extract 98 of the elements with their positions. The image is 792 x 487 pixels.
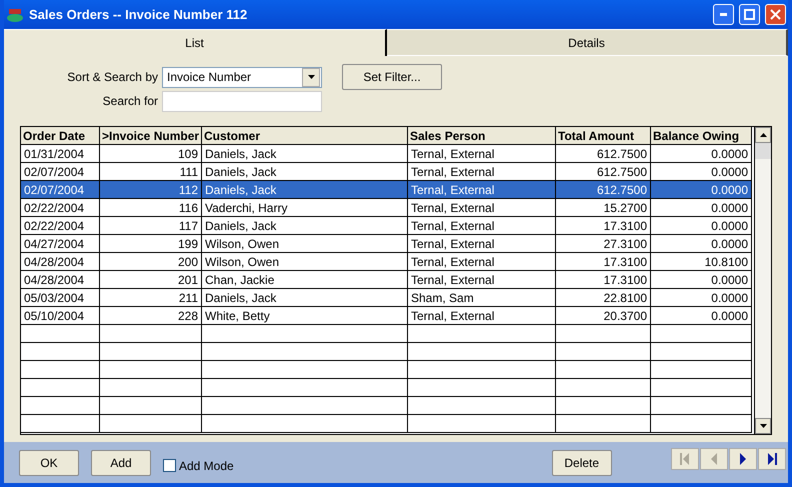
last-icon xyxy=(766,452,778,466)
scroll-thumb[interactable] xyxy=(755,143,771,159)
table-cell: 04/27/2004 xyxy=(21,235,100,253)
table-cell: Daniels, Jack xyxy=(202,289,408,307)
table-cell: 01/31/2004 xyxy=(21,145,100,163)
table-cell: 116 xyxy=(100,199,202,217)
table-cell: 199 xyxy=(100,235,202,253)
sort-dropdown[interactable]: Invoice Number xyxy=(162,66,322,88)
first-icon xyxy=(679,452,691,466)
table-cell: Wilson, Owen xyxy=(202,235,408,253)
table-cell: 05/03/2004 xyxy=(21,289,100,307)
table-cell: 22.8100 xyxy=(556,289,651,307)
navigation-button[interactable] xyxy=(729,448,757,470)
column-header[interactable]: Customer xyxy=(202,127,408,145)
table-cell: 10.8100 xyxy=(651,253,752,271)
column-header[interactable]: >Invoice Number xyxy=(100,127,202,145)
tab[interactable]: Details xyxy=(387,29,788,56)
table-cell: 02/22/2004 xyxy=(21,217,100,235)
table-cell: 201 xyxy=(100,271,202,289)
table-cell: 0.0000 xyxy=(651,271,752,289)
table-cell: 0.0000 xyxy=(651,235,752,253)
table-cell: 0.0000 xyxy=(651,145,752,163)
table-cell: Ternal, External xyxy=(408,271,556,289)
table-cell: Daniels, Jack xyxy=(202,181,408,199)
checkbox-label: Add Mode xyxy=(179,458,234,472)
scroll-up-button[interactable] xyxy=(755,127,771,143)
set-filter-button[interactable]: Set Filter... xyxy=(342,64,442,90)
table-cell: 05/10/2004 xyxy=(21,307,100,325)
table-cell: 112 xyxy=(100,181,202,199)
table-cell: Sham, Sam xyxy=(408,289,556,307)
table-cell: 612.7500 xyxy=(556,163,651,181)
app-icon xyxy=(6,6,24,22)
table-cell: 0.0000 xyxy=(651,199,752,217)
minimize-button[interactable] xyxy=(713,4,734,25)
delete-button[interactable]: Delete xyxy=(552,450,612,476)
next-icon xyxy=(737,452,749,466)
table-cell: 04/28/2004 xyxy=(21,253,100,271)
table-cell: Chan, Jackie xyxy=(202,271,408,289)
table-cell: 02/07/2004 xyxy=(21,163,100,181)
table-cell: White, Betty xyxy=(202,307,408,325)
table-cell: 0.0000 xyxy=(651,289,752,307)
table-cell: 228 xyxy=(100,307,202,325)
table-cell: 109 xyxy=(100,145,202,163)
caret-icon xyxy=(760,424,766,428)
table-cell: 612.7500 xyxy=(556,145,651,163)
table-cell: 17.3100 xyxy=(556,217,651,235)
table-cell: Ternal, External xyxy=(408,253,556,271)
table-cell: 17.3100 xyxy=(556,271,651,289)
table-cell: 612.7500 xyxy=(556,181,651,199)
table-cell: Vaderchi, Harry xyxy=(202,199,408,217)
table-cell: 04/28/2004 xyxy=(21,271,100,289)
table-cell: 111 xyxy=(100,163,202,181)
minimize-icon xyxy=(720,13,727,16)
field-label: Sort & Search by xyxy=(66,70,158,84)
table-cell: 02/07/2004 xyxy=(21,181,100,199)
maximize-icon xyxy=(744,9,755,20)
table-cell: 117 xyxy=(100,217,202,235)
table-cell: Wilson, Owen xyxy=(202,253,408,271)
ok-button[interactable]: OK xyxy=(19,450,79,476)
add-button[interactable]: Add xyxy=(91,450,151,476)
table-cell: 02/22/2004 xyxy=(21,199,100,217)
table-cell: Ternal, External xyxy=(408,181,556,199)
window-title: Sales Orders -- Invoice Number 112 xyxy=(29,7,248,22)
navigation-button[interactable] xyxy=(758,448,786,470)
caret-icon xyxy=(308,75,314,79)
field-label: Search for xyxy=(102,94,158,108)
table-cell: Ternal, External xyxy=(408,199,556,217)
table-cell: Daniels, Jack xyxy=(202,217,408,235)
table-cell: 200 xyxy=(100,253,202,271)
table-cell: 15.2700 xyxy=(556,199,651,217)
close-icon xyxy=(770,9,781,20)
table-cell: Ternal, External xyxy=(408,235,556,253)
tab[interactable]: List xyxy=(4,29,388,56)
column-header[interactable]: Order Date xyxy=(21,127,100,145)
table-cell: Ternal, External xyxy=(408,307,556,325)
table-cell: Daniels, Jack xyxy=(202,145,408,163)
caret-icon xyxy=(760,133,766,137)
table-cell: 211 xyxy=(100,289,202,307)
table-cell: 0.0000 xyxy=(651,181,752,199)
column-header[interactable]: Total Amount xyxy=(556,127,651,145)
table-cell: Daniels, Jack xyxy=(202,163,408,181)
scroll-down-button[interactable] xyxy=(755,418,771,434)
table-cell: 17.3100 xyxy=(556,253,651,271)
table-cell: 27.3100 xyxy=(556,235,651,253)
table-cell: 0.0000 xyxy=(651,307,752,325)
close-button[interactable] xyxy=(765,4,786,25)
table-cell: Ternal, External xyxy=(408,163,556,181)
checkbox[interactable] xyxy=(163,459,176,472)
maximize-button[interactable] xyxy=(739,4,760,25)
search-field[interactable] xyxy=(162,90,322,112)
table-cell: Ternal, External xyxy=(408,217,556,235)
table-cell: 0.0000 xyxy=(651,217,752,235)
table-cell: 20.3700 xyxy=(556,307,651,325)
table-cell: Ternal, External xyxy=(408,145,556,163)
scrollbar[interactable] xyxy=(754,127,771,434)
column-header[interactable]: Sales Person xyxy=(408,127,556,145)
column-header[interactable]: Balance Owing xyxy=(651,127,752,145)
table-cell: 0.0000 xyxy=(651,163,752,181)
